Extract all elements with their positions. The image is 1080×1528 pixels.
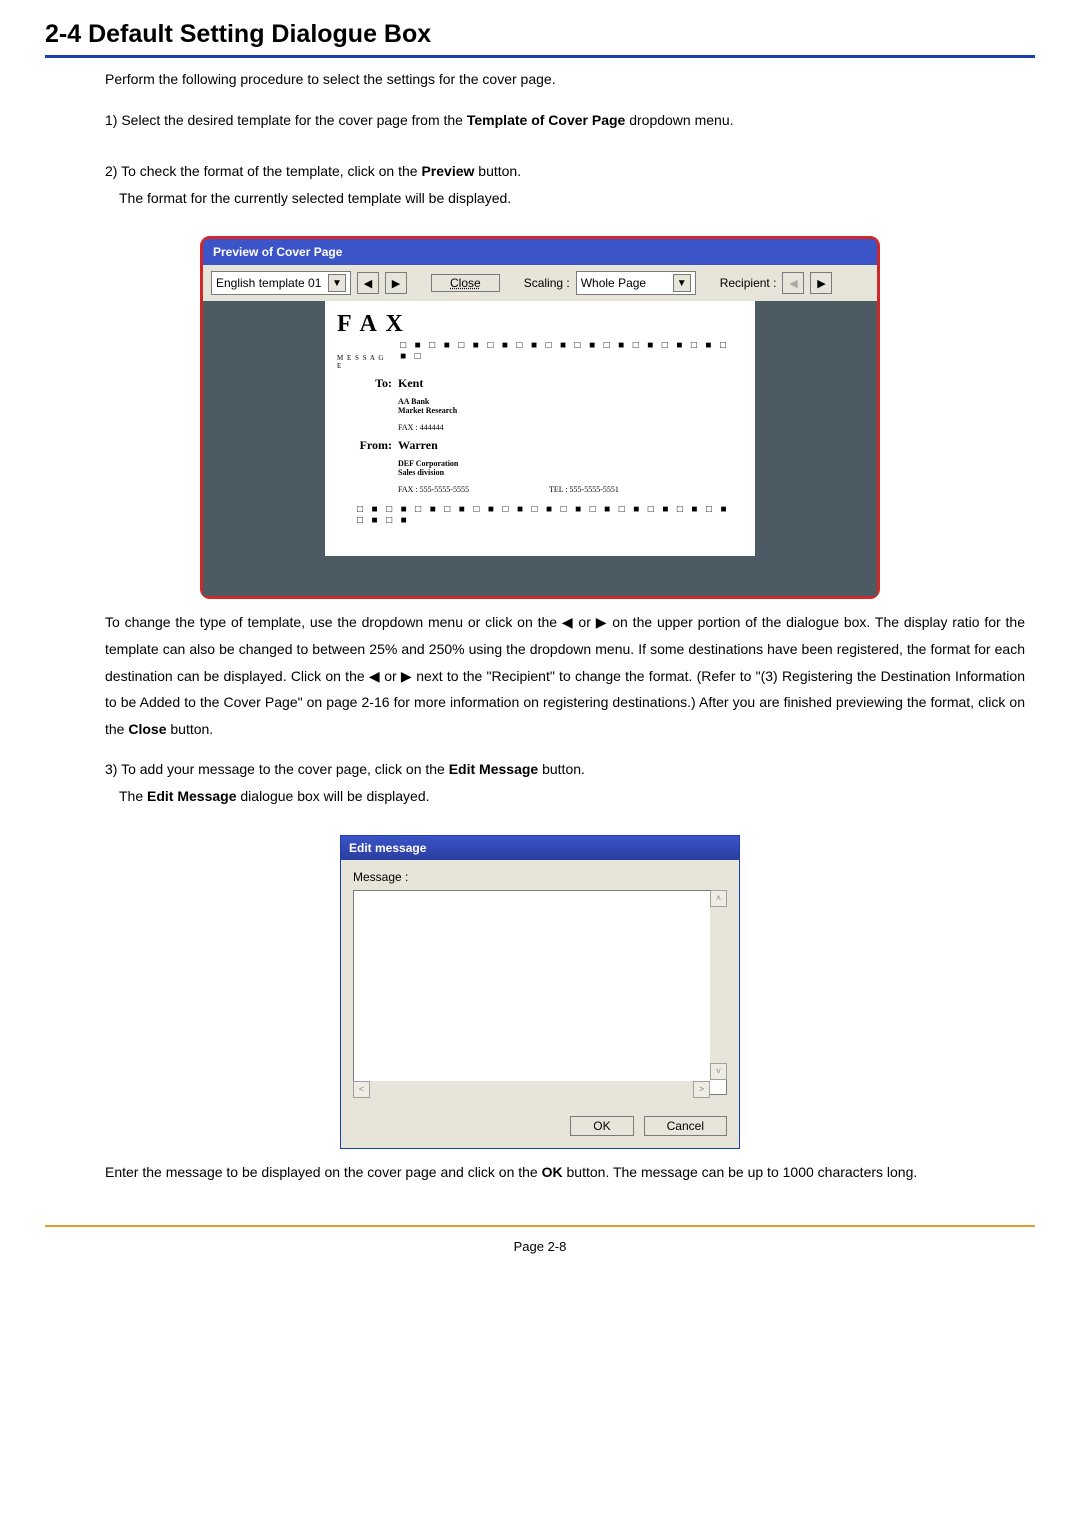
fax-from-fax: FAX : 555-5555-5555 [398, 485, 469, 494]
fax-dots-top: □ ■ □ ■ □ ■ □ ■ □ ■ □ ■ □ ■ □ ■ □ ■ □ ■ … [400, 340, 743, 362]
ok-button[interactable]: OK [570, 1116, 633, 1136]
fax-from-dept: Sales division [398, 468, 743, 477]
scroll-right-icon[interactable]: ˃ [693, 1081, 710, 1098]
page-number: Page 2-8 [45, 1239, 1035, 1254]
step2-bold: Preview [421, 163, 474, 179]
template-dropdown[interactable]: English template 01 ▼ [211, 271, 351, 295]
step-3: 3) To add your message to the cover page… [105, 756, 1025, 809]
scrollbar-horizontal[interactable]: ˂ ˃ [353, 1081, 710, 1098]
chevron-down-icon[interactable]: ▼ [673, 274, 691, 292]
fax-from-company: DEF Corporation [398, 459, 743, 468]
fax-cover-sheet: F A X M E S S A G E □ ■ □ ■ □ ■ □ ■ □ ■ … [325, 301, 755, 556]
fax-from-label: From: [337, 438, 398, 453]
preview-window: Preview of Cover Page English template 0… [200, 236, 880, 599]
step1-text-a: 1) Select the desired template for the c… [105, 112, 467, 128]
footer-rule [45, 1225, 1035, 1227]
fax-from-tel: TEL : 555-5555-5551 [549, 485, 619, 494]
step3-text-c: button. [538, 761, 585, 777]
preview-toolbar: English template 01 ▼ ◀ ▶ Close Scaling … [203, 265, 877, 301]
editmsg-title-bar: Edit message [341, 836, 739, 860]
fax-to-label: To: [337, 376, 398, 391]
preview-screenshot: Preview of Cover Page English template 0… [45, 236, 1035, 599]
scaling-label: Scaling : [524, 276, 570, 290]
step2-note: The format for the currently selected te… [119, 185, 511, 212]
editmsg-textarea-wrap: ˄ ˅ ˂ ˃ [353, 890, 727, 1098]
section-heading: 2-4 Default Setting Dialogue Box [45, 20, 1035, 58]
step-1: 1) Select the desired template for the c… [105, 107, 1025, 134]
editmsg-label: Message : [353, 870, 408, 884]
step3-bold: Edit Message [449, 761, 538, 777]
editmsg-window: Edit message Message : ˄ ˅ ˂ ˃ OK [340, 835, 740, 1149]
recipient-prev-button[interactable]: ◀ [782, 272, 804, 294]
after-preview-bold: Close [128, 721, 166, 737]
template-selected-value: English template 01 [216, 276, 321, 290]
editmsg-screenshot: Edit message Message : ˄ ˅ ˂ ˃ OK [45, 835, 1035, 1149]
step3-text-a: 3) To add your message to the cover page… [105, 761, 449, 777]
message-textarea[interactable] [353, 890, 727, 1095]
editmsg-body: Message : ˄ ˅ ˂ ˃ [341, 860, 739, 1106]
scroll-down-icon[interactable]: ˅ [710, 1063, 727, 1080]
step1-bold: Template of Cover Page [467, 112, 625, 128]
after-edit-a: Enter the message to be displayed on the… [105, 1164, 542, 1180]
after-edit-paragraph: Enter the message to be displayed on the… [105, 1159, 1025, 1186]
fax-to-dept: Market Research [398, 406, 743, 415]
document-page: 2-4 Default Setting Dialogue Box Perform… [0, 0, 1080, 1294]
body-content: Perform the following procedure to selec… [105, 66, 1025, 211]
step2-text-a: 2) To check the format of the template, … [105, 163, 421, 179]
chevron-down-icon[interactable]: ▼ [328, 274, 346, 292]
fax-subtitle: M E S S A G E [337, 354, 390, 370]
template-next-button[interactable]: ▶ [385, 272, 407, 294]
scroll-up-icon[interactable]: ˄ [710, 890, 727, 907]
recipient-label: Recipient : [720, 276, 777, 290]
after-preview-c: button. [166, 721, 213, 737]
scrollbar-vertical[interactable]: ˄ ˅ [710, 890, 727, 1080]
fax-to-name: Kent [398, 376, 423, 391]
step2-text-c: button. [474, 163, 521, 179]
after-edit-c: button. The message can be up to 1000 ch… [563, 1164, 918, 1180]
fax-to-company: AA Bank [398, 397, 743, 406]
template-prev-button[interactable]: ◀ [357, 272, 379, 294]
intro-paragraph: Perform the following procedure to selec… [105, 66, 1025, 93]
after-edit-bold: OK [542, 1164, 563, 1180]
close-button[interactable]: Close [431, 274, 500, 292]
recipient-next-button[interactable]: ▶ [810, 272, 832, 294]
step3-note-bold: Edit Message [147, 788, 236, 804]
step3-note-c: dialogue box will be displayed. [237, 788, 430, 804]
fax-from-name: Warren [398, 438, 438, 453]
step-2: 2) To check the format of the template, … [105, 158, 1025, 211]
after-preview-paragraph: To change the type of template, use the … [105, 609, 1025, 742]
fax-title: F A X [337, 311, 743, 338]
scroll-left-icon[interactable]: ˂ [353, 1081, 370, 1098]
scaling-dropdown[interactable]: Whole Page ▼ [576, 271, 696, 295]
step1-text-c: dropdown menu. [625, 112, 733, 128]
preview-canvas: F A X M E S S A G E □ ■ □ ■ □ ■ □ ■ □ ■ … [203, 301, 877, 596]
fax-dots-bottom: □ ■ □ ■ □ ■ □ ■ □ ■ □ ■ □ ■ □ ■ □ ■ □ ■ … [357, 504, 743, 526]
preview-title-bar: Preview of Cover Page [203, 239, 877, 265]
fax-to-fax: FAX : 444444 [398, 423, 743, 432]
step3-note-a: The [119, 788, 147, 804]
after-preview-a: To change the type of template, use the … [105, 614, 1025, 736]
editmsg-button-row: OK Cancel [341, 1106, 739, 1148]
cancel-button[interactable]: Cancel [644, 1116, 727, 1136]
scaling-selected-value: Whole Page [581, 276, 646, 290]
